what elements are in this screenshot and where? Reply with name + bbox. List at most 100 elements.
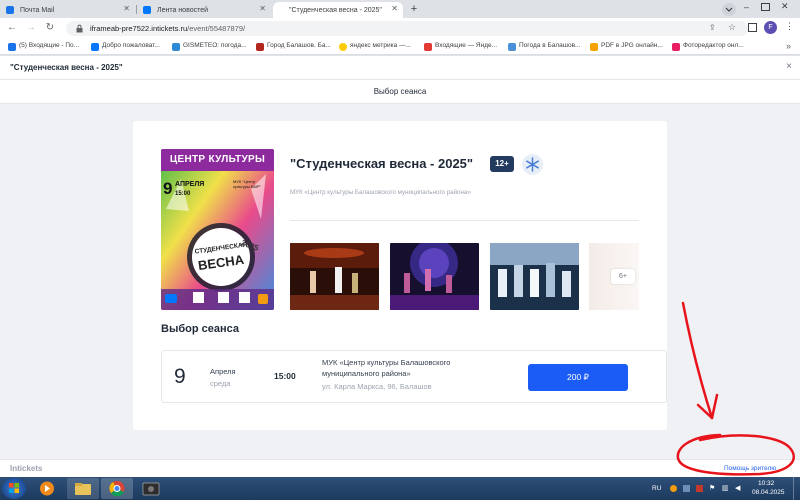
session-day: 9 xyxy=(174,365,186,388)
poster-month: АПРЕЛЯ xyxy=(175,181,205,188)
tab-search-button[interactable] xyxy=(722,3,736,16)
event-photo[interactable] xyxy=(490,243,579,310)
envelope-icon xyxy=(424,43,432,51)
new-tab-button[interactable]: + xyxy=(407,3,421,16)
tray-app-icon[interactable] xyxy=(696,485,703,492)
bookmark-label: яндекс метрика —... xyxy=(350,42,411,49)
forward-icon[interactable]: → xyxy=(25,22,37,33)
event-card: ЦЕНТР КУЛЬТУРЫ 9 АПРЕЛЯ 15:00 МУК "Центр… xyxy=(133,121,667,430)
bookmark-item[interactable]: яндекс метрика —... xyxy=(339,42,411,51)
media-player-button[interactable] xyxy=(31,478,63,499)
chrome-button[interactable] xyxy=(101,478,133,499)
tab-event[interactable]: "Студенческая весна - 2025" ✕ xyxy=(273,2,403,18)
bookmarks-bar: (5) Входящие - По... Добро пожаловат... … xyxy=(0,39,800,55)
city-icon xyxy=(256,43,264,51)
weather-icon xyxy=(508,43,516,51)
restore-icon[interactable] xyxy=(761,3,770,11)
volume-icon[interactable]: ◀ xyxy=(735,484,740,492)
minimize-icon[interactable]: – xyxy=(744,2,749,12)
poster-time: 15:00 xyxy=(175,191,191,197)
menu-kebab-icon[interactable]: ⋮ xyxy=(785,21,794,32)
event-poster[interactable]: ЦЕНТР КУЛЬТУРЫ 9 АПРЕЛЯ 15:00 МУК "Центр… xyxy=(161,149,274,310)
step-bar: Выбор сеанса xyxy=(0,80,800,104)
session-row[interactable]: 9 Апреля среда 15:00 МУК «Центр культуры… xyxy=(161,350,667,403)
bookmark-star-icon[interactable]: ☆ xyxy=(728,22,736,33)
bookmark-item[interactable]: Фоторедактор онл... xyxy=(672,42,744,51)
poster-org-line: культуры БМР" xyxy=(233,184,261,189)
network-icon[interactable]: ▥ xyxy=(722,484,729,492)
show-desktop-button[interactable] xyxy=(793,477,800,500)
bookmark-item[interactable]: Входящие — Янде... xyxy=(424,42,497,51)
screen: Почта Mail ✕ Лента новостей ✕ "Студенчес… xyxy=(0,0,800,500)
tab-mail[interactable]: Почта Mail ✕ xyxy=(0,2,135,18)
more-photos[interactable]: 6+ xyxy=(589,243,639,310)
clock-time[interactable]: 10:32 xyxy=(758,480,774,487)
camera-icon xyxy=(142,482,160,496)
pdf-icon xyxy=(590,43,598,51)
close-icon[interactable]: ✕ xyxy=(123,4,130,13)
mail-icon xyxy=(8,43,16,51)
more-photos-badge[interactable]: 6+ xyxy=(611,269,635,284)
bookmark-item[interactable]: Добро пожаловат... xyxy=(91,42,160,51)
close-icon[interactable]: ✕ xyxy=(259,4,266,13)
back-icon[interactable]: ← xyxy=(6,22,18,33)
session-time: 15:00 xyxy=(274,371,296,381)
flag-icon[interactable]: ⚑ xyxy=(709,484,715,492)
event-photo[interactable] xyxy=(290,243,379,310)
metrika-icon xyxy=(339,43,347,51)
session-weekday: среда xyxy=(210,379,231,388)
start-button[interactable] xyxy=(2,478,26,499)
bookmark-item[interactable]: Погода в Балашов... xyxy=(508,42,581,51)
tray-app-icon[interactable] xyxy=(683,485,690,492)
close-window-icon[interactable]: ✕ xyxy=(781,1,789,12)
buy-ticket-button[interactable]: 200 ₽ xyxy=(528,364,628,391)
camera-app-button[interactable] xyxy=(135,478,167,499)
url-host: iframeab-pre7522.intickets.ru xyxy=(90,24,188,33)
clock-date[interactable]: 08.04.2025 xyxy=(752,489,785,496)
browser-toolbar: ← → ↻ iframeab-pre7522.intickets.ru/even… xyxy=(0,18,800,39)
chevron-down-icon xyxy=(725,7,733,12)
lock-icon xyxy=(76,24,83,33)
bookmark-label: PDF в JPG онлайн... xyxy=(601,42,663,49)
language-indicator[interactable]: RU xyxy=(652,485,661,492)
bookmark-label: Город Балашов. Ба... xyxy=(267,42,331,49)
side-panel-icon[interactable] xyxy=(748,23,757,32)
stage-photo xyxy=(490,243,579,310)
bookmark-item[interactable]: GISMETEO: погода... xyxy=(172,42,247,51)
intickets-logo[interactable]: Intickets xyxy=(10,464,42,473)
session-address: ул. Карла Маркса, 96, Балашов xyxy=(322,382,432,391)
poster-header: ЦЕНТР КУЛЬТУРЫ xyxy=(169,154,266,165)
tray-app-icon[interactable] xyxy=(670,485,677,492)
session-month: Апреля xyxy=(210,367,236,376)
event-title: "Студенческая весна - 2025" xyxy=(290,156,474,171)
close-icon[interactable]: × xyxy=(786,61,792,72)
bookmark-label: Фоторедактор онл... xyxy=(683,42,744,49)
bookmark-label: Погода в Балашов... xyxy=(519,42,581,49)
tab-label: Лента новостей xyxy=(157,6,209,14)
bookmark-item[interactable]: (5) Входящие - По... xyxy=(8,42,80,51)
bookmark-item[interactable]: PDF в JPG онлайн... xyxy=(590,42,663,51)
bookmarks-overflow-icon[interactable]: » xyxy=(786,41,791,51)
help-link[interactable]: Помощь зрителю xyxy=(724,465,776,472)
url-path: /event/55487879/ xyxy=(187,24,246,33)
share-icon[interactable]: ⇪ xyxy=(709,23,716,32)
profile-avatar[interactable]: F xyxy=(764,21,777,34)
event-photo[interactable] xyxy=(390,243,479,310)
explorer-button[interactable] xyxy=(67,478,99,499)
bookmark-label: (5) Входящие - По... xyxy=(19,42,80,49)
organizer-logo xyxy=(522,154,543,175)
address-bar[interactable]: iframeab-pre7522.intickets.ru/event/5548… xyxy=(66,21,748,36)
folder-icon xyxy=(75,483,91,495)
step-title: Выбор сеанса xyxy=(373,87,427,96)
stage-photo xyxy=(290,243,379,310)
organizer-name[interactable]: МУК «Центр культуры Балашовского муницип… xyxy=(290,189,471,196)
bookmark-label: Добро пожаловат... xyxy=(102,42,160,49)
reload-icon[interactable]: ↻ xyxy=(44,22,56,33)
vk-icon xyxy=(143,6,151,14)
close-icon[interactable]: ✕ xyxy=(391,4,398,13)
widget-footer: Intickets Помощь зрителю xyxy=(0,459,800,477)
tab-label: "Студенческая весна - 2025" xyxy=(289,6,382,14)
bookmark-item[interactable]: Город Балашов. Ба... xyxy=(256,42,331,51)
gismeteo-icon xyxy=(172,43,180,51)
tab-news[interactable]: Лента новостей ✕ xyxy=(137,2,271,18)
